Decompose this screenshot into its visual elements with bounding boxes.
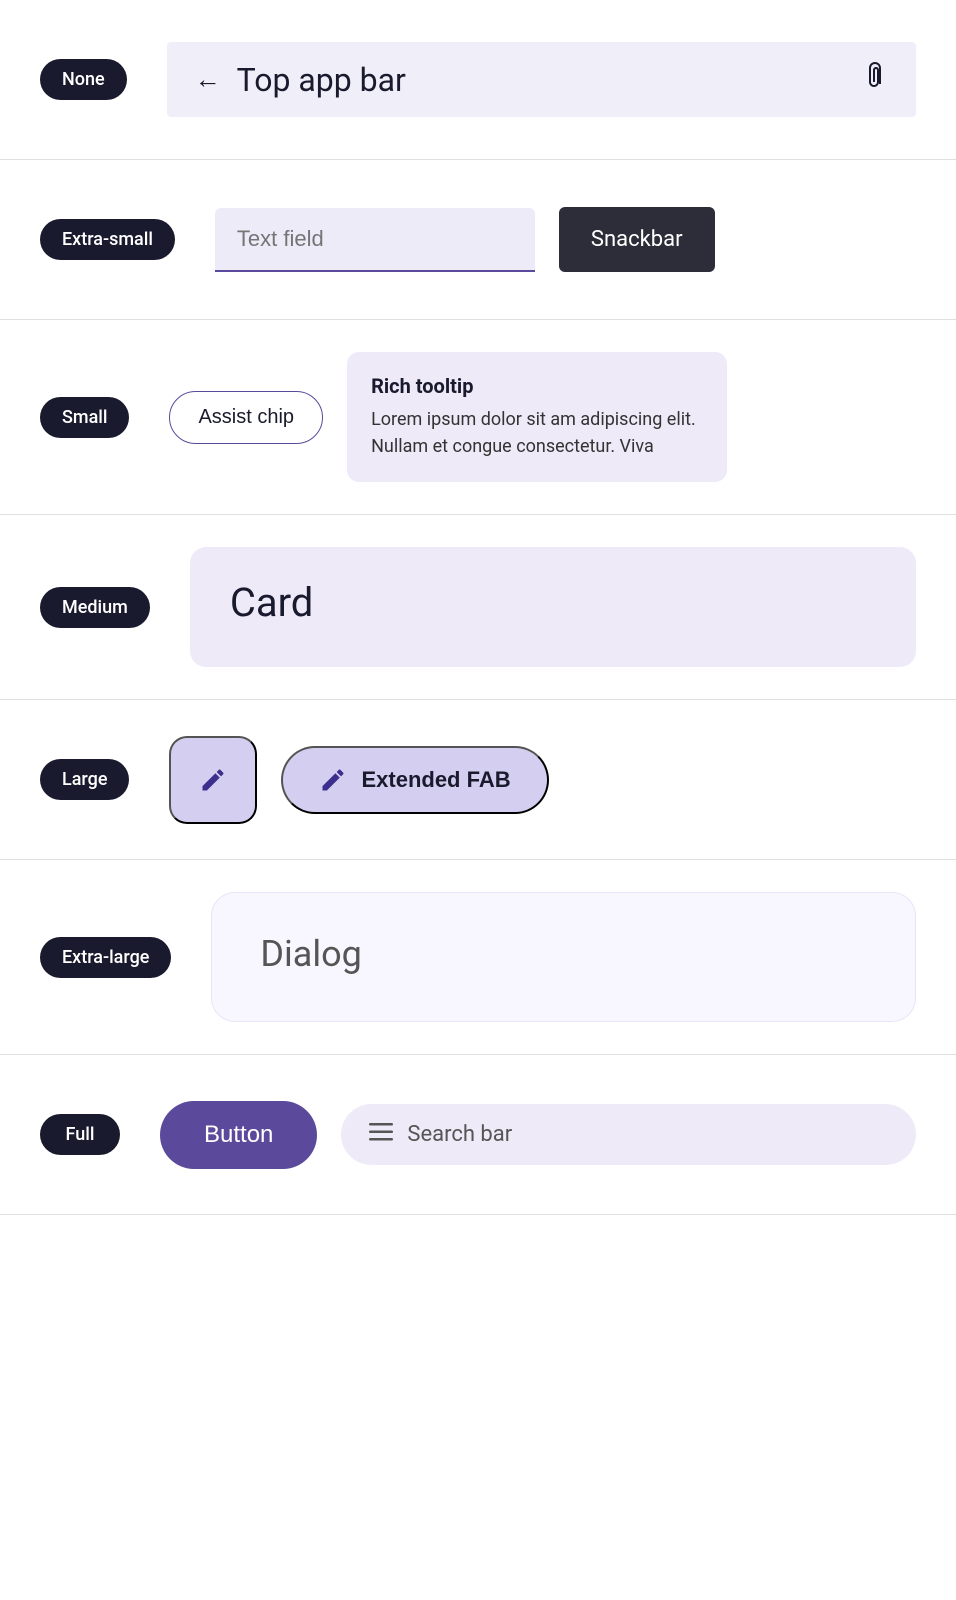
card-title: Card	[230, 579, 876, 626]
label-medium: Medium	[40, 587, 150, 628]
label-extra-large: Extra-large	[40, 937, 171, 978]
top-app-bar-title: Top app bar	[237, 61, 406, 99]
rich-tooltip: Rich tooltip Lorem ipsum dolor sit am ad…	[347, 352, 727, 482]
label-extra-small: Extra-small	[40, 219, 175, 260]
fab-button[interactable]	[169, 736, 257, 824]
search-bar[interactable]: Search bar	[341, 1104, 916, 1165]
filled-button[interactable]: Button	[160, 1101, 317, 1169]
dialog: Dialog	[211, 892, 916, 1022]
top-app-bar-left: ← Top app bar	[195, 61, 406, 99]
extended-fab-label: Extended FAB	[361, 767, 510, 793]
row-small: Small Assist chip Rich tooltip Lorem ips…	[0, 320, 956, 515]
row-none: None ← Top app bar	[0, 0, 956, 160]
row-full: Full Button Search bar	[0, 1055, 956, 1215]
dialog-title: Dialog	[260, 933, 867, 975]
row-extra-large: Extra-large Dialog	[0, 860, 956, 1055]
row-none-content: ← Top app bar	[167, 42, 916, 117]
row-medium-content: Card	[190, 547, 916, 667]
label-large: Large	[40, 759, 129, 800]
search-bar-label: Search bar	[407, 1122, 512, 1147]
back-arrow-icon[interactable]: ←	[195, 64, 221, 95]
hamburger-icon	[369, 1122, 393, 1147]
row-large-content: Extended FAB	[169, 736, 916, 824]
snackbar: Snackbar	[559, 207, 715, 272]
top-app-bar: ← Top app bar	[167, 42, 916, 117]
row-extra-small: Extra-small Snackbar	[0, 160, 956, 320]
extended-fab-button[interactable]: Extended FAB	[281, 746, 548, 814]
label-none: None	[40, 59, 127, 100]
label-small: Small	[40, 397, 129, 438]
card[interactable]: Card	[190, 547, 916, 667]
pencil-icon	[199, 766, 227, 794]
assist-chip[interactable]: Assist chip	[169, 391, 323, 444]
label-full: Full	[40, 1114, 120, 1155]
rich-tooltip-body: Lorem ipsum dolor sit am adipiscing elit…	[371, 406, 703, 460]
row-extra-small-content: Snackbar	[215, 207, 916, 272]
row-extra-large-content: Dialog	[211, 892, 916, 1022]
row-small-content: Assist chip Rich tooltip Lorem ipsum dol…	[169, 352, 916, 482]
extended-fab-pencil-icon	[319, 766, 347, 794]
text-field[interactable]	[215, 208, 535, 272]
clip-icon[interactable]	[862, 60, 888, 99]
row-full-content: Button Search bar	[160, 1101, 916, 1169]
rich-tooltip-title: Rich tooltip	[371, 374, 703, 398]
row-large: Large Extended FAB	[0, 700, 956, 860]
row-medium: Medium Card	[0, 515, 956, 700]
